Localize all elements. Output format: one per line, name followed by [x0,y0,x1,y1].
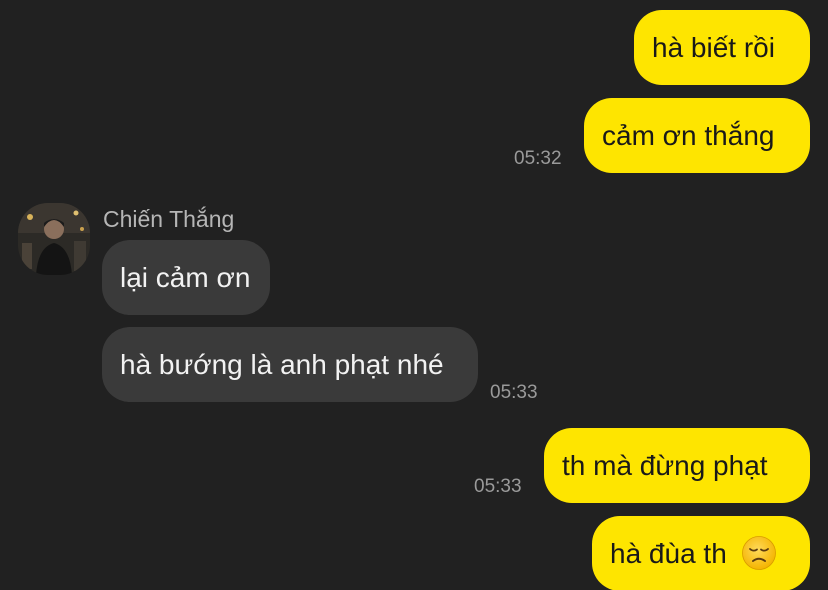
outgoing-message-bubble[interactable]: hà đùa th [592,516,810,590]
message-text: hà đùa th [610,538,727,569]
outgoing-message-bubble[interactable]: th mà đừng phạt [544,428,810,503]
disappointed-face-icon [741,535,776,570]
message-timestamp: 05:32 [514,148,562,169]
incoming-message-bubble[interactable]: hà bướng là anh phạt nhé [102,327,478,402]
outgoing-message-bubble[interactable]: hà biết rồi [634,10,810,85]
outgoing-message-bubble[interactable]: cảm ơn thắng [584,98,810,173]
sender-avatar[interactable] [18,203,90,275]
message-text: th mà đừng phạt [562,450,768,481]
sender-name: Chiến Thắng [103,206,235,232]
avatar-photo-icon [18,203,90,275]
message-timestamp: 05:33 [474,476,522,497]
message-timestamp: 05:33 [490,382,538,403]
message-text: cảm ơn thắng [602,120,775,151]
message-text: hà bướng là anh phạt nhé [120,349,444,380]
chat-area: hà biết rồi cảm ơn thắng 05:32 Chiến Thắ… [0,0,828,590]
incoming-message-bubble[interactable]: lại cảm ơn [102,240,270,315]
message-text: lại cảm ơn [120,262,251,293]
message-text: hà biết rồi [652,32,775,63]
